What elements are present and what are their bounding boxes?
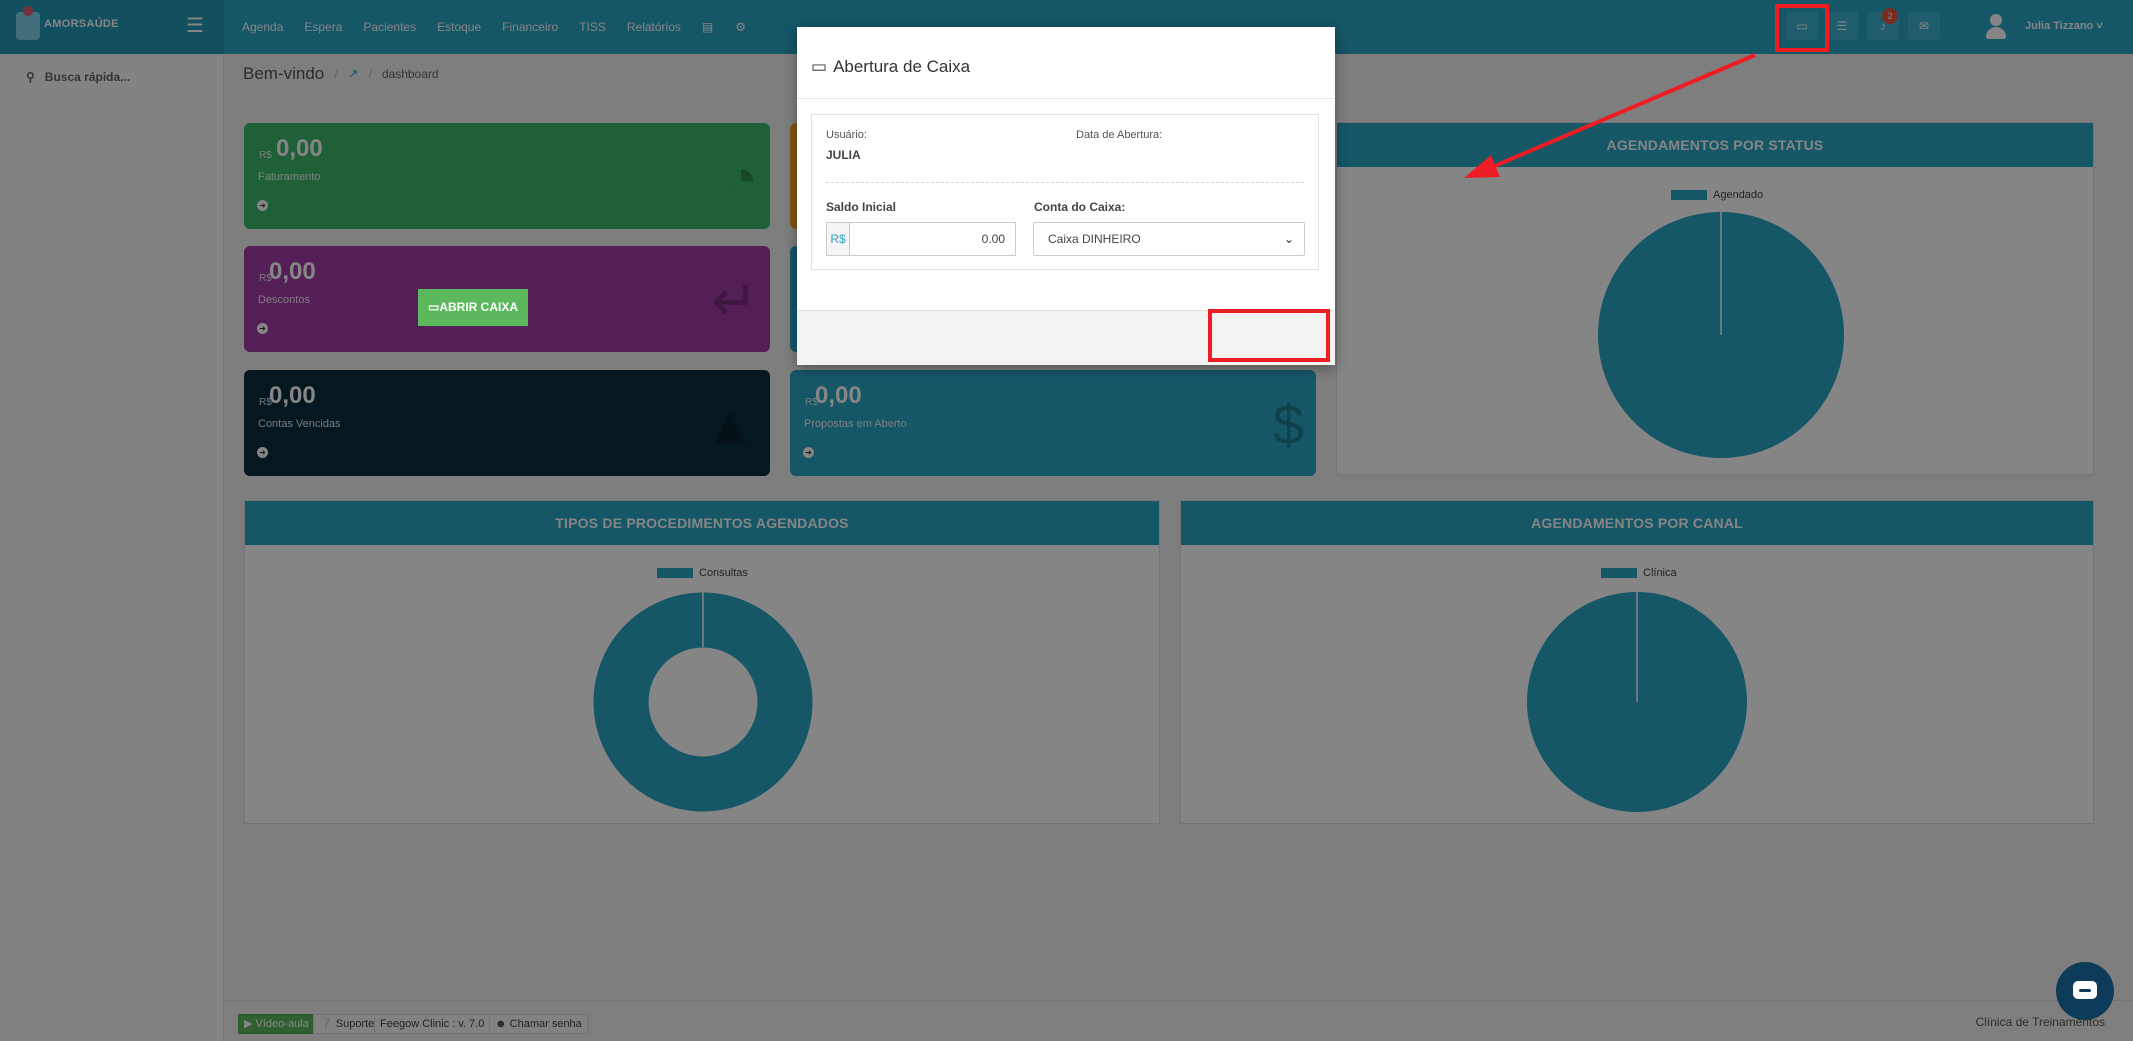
arrow-line	[1489, 53, 1756, 170]
arrow-head	[1464, 155, 1500, 178]
annotation-arrow	[1464, 53, 1756, 178]
